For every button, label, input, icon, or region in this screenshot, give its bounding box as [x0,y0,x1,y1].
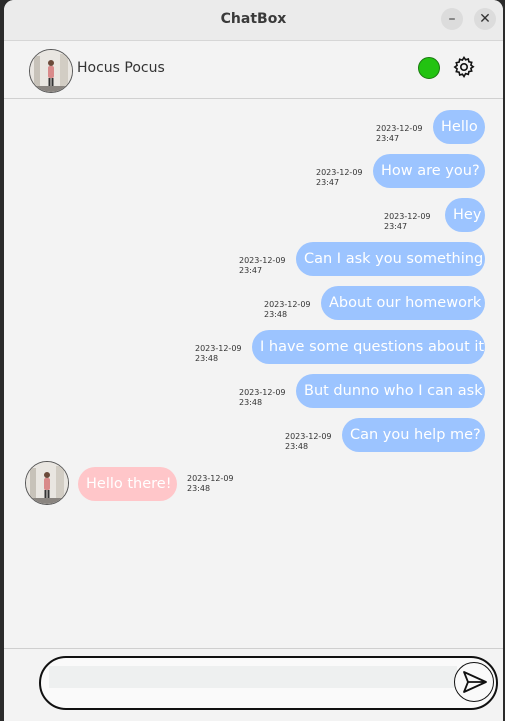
close-button[interactable]: ✕ [474,8,496,30]
outgoing-message[interactable]: Can you help me? [342,418,485,452]
composer [4,648,503,721]
incoming-message[interactable]: Hello there! [78,467,177,501]
gear-icon[interactable] [452,55,476,79]
title-bar: ChatBox – ✕ [4,0,503,41]
outgoing-message[interactable]: Hello [433,110,485,144]
message-timestamp: 2023-12-09 23:47 [376,124,423,143]
message-list[interactable]: 2023-12-09 23:47 Hello 2023-12-09 23:47 Ho… [4,99,503,647]
message-input[interactable] [49,666,457,688]
outgoing-message[interactable]: Hey [445,198,485,232]
send-button[interactable] [454,662,494,702]
message-input-container [39,656,498,710]
outgoing-message[interactable]: Can I ask you something [296,242,485,276]
message-timestamp: 2023-12-09 23:48 [285,432,332,451]
contact-name: Hocus Pocus [77,60,165,76]
online-status-indicator [418,57,440,79]
contact-avatar[interactable] [29,49,73,93]
outgoing-message[interactable]: About our homework [321,286,485,320]
chatbox-window: ChatBox – ✕ Hocus Pocus 2023-12-09 23:47… [4,0,503,721]
message-timestamp: 2023-12-09 23:47 [239,256,286,275]
minimize-button[interactable]: – [441,8,463,30]
outgoing-message[interactable]: But dunno who I can ask [296,374,485,408]
message-timestamp: 2023-12-09 23:47 [316,168,363,187]
window-title: ChatBox [220,11,287,27]
contact-avatar[interactable] [25,461,69,505]
message-timestamp: 2023-12-09 23:48 [195,344,242,363]
chat-header: Hocus Pocus [4,41,503,99]
outgoing-message[interactable]: I have some questions about it [252,330,485,364]
outgoing-message[interactable]: How are you? [373,154,485,188]
send-icon [463,671,487,693]
message-timestamp: 2023-12-09 23:48 [264,300,311,319]
message-timestamp: 2023-12-09 23:47 [384,212,431,231]
avatar-photo-icon [30,50,72,92]
message-timestamp: 2023-12-09 23:48 [187,474,234,493]
avatar-photo-icon [26,462,68,504]
message-timestamp: 2023-12-09 23:48 [239,388,286,407]
